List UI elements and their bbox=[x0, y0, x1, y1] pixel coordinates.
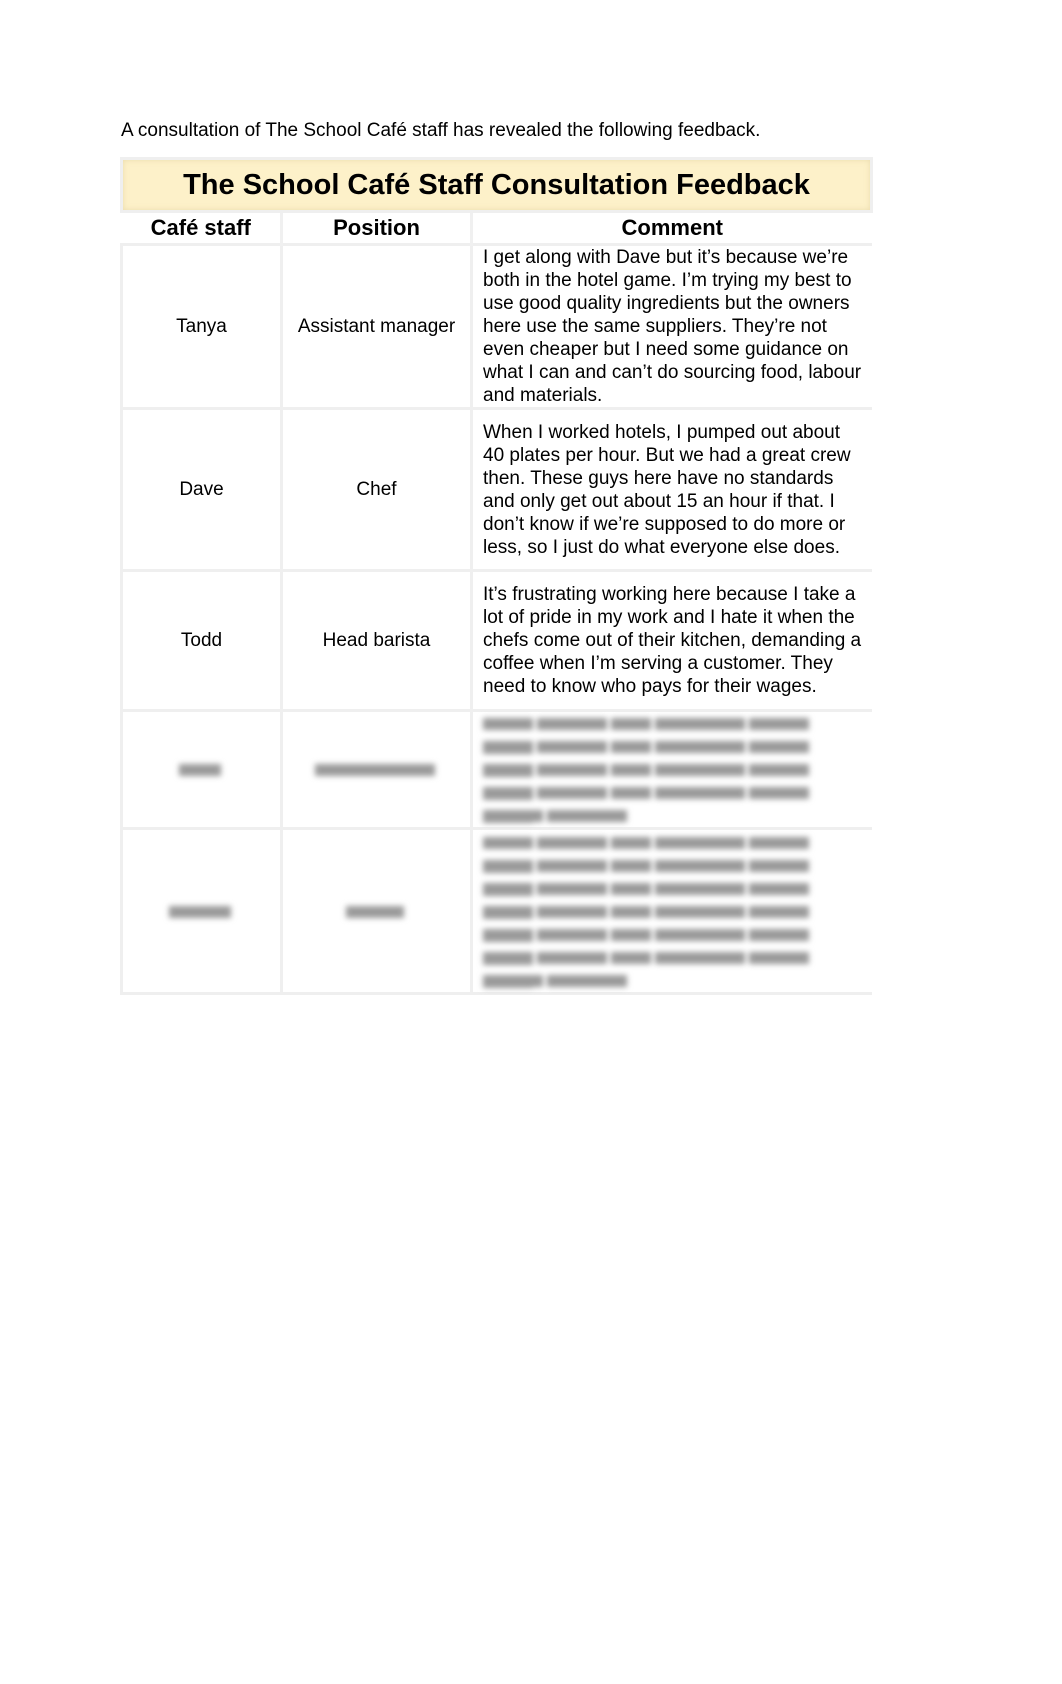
obscured-text-line bbox=[483, 758, 866, 800]
table-title: The School Café Staff Consultation Feedb… bbox=[120, 157, 873, 213]
staff-comment: I get along with Dave but it’s because w… bbox=[470, 243, 872, 410]
staff-position-obscured bbox=[280, 709, 473, 830]
staff-position: Head barista bbox=[280, 569, 473, 712]
obscured-text-line bbox=[483, 969, 866, 992]
staff-position: Chef bbox=[280, 407, 473, 572]
obscured-text-line bbox=[483, 946, 866, 988]
staff-name: Todd bbox=[120, 569, 283, 712]
staff-name-obscured bbox=[120, 827, 283, 995]
obscured-text-line bbox=[483, 712, 866, 754]
obscured-text-line bbox=[483, 781, 866, 823]
obscured-text-line bbox=[483, 854, 866, 896]
staff-comment: When I worked hotels, I pumped out about… bbox=[470, 407, 872, 572]
obscured-text-line bbox=[483, 877, 866, 919]
obscured-text-line bbox=[483, 735, 866, 777]
table-row: Tanya Assistant manager I get along with… bbox=[120, 243, 872, 410]
table-row-obscured bbox=[120, 827, 872, 995]
staff-comment: It’s frustrating working here because I … bbox=[470, 569, 872, 712]
intro-text: A consultation of The School Café staff … bbox=[121, 120, 761, 141]
table-row: Dave Chef When I worked hotels, I pumped… bbox=[120, 407, 872, 572]
staff-comment-obscured bbox=[470, 827, 872, 995]
header-comment: Comment bbox=[621, 215, 723, 240]
feedback-table: The School Café Staff Consultation Feedb… bbox=[120, 157, 873, 995]
staff-position: Assistant manager bbox=[280, 243, 473, 410]
table-row: Todd Head barista It’s frustrating worki… bbox=[120, 569, 872, 712]
staff-name-obscured bbox=[120, 709, 283, 830]
header-position: Position bbox=[281, 211, 473, 245]
header-cafe-staff: Café staff bbox=[121, 211, 283, 245]
obscured-text-line bbox=[483, 900, 866, 942]
staff-position-obscured bbox=[280, 827, 473, 995]
obscured-text-line bbox=[483, 804, 866, 827]
table-row-obscured bbox=[120, 709, 872, 830]
staff-name: Dave bbox=[120, 407, 283, 572]
staff-comment-obscured bbox=[470, 709, 872, 830]
obscured-text-line bbox=[483, 831, 866, 873]
staff-name: Tanya bbox=[120, 243, 283, 410]
obscured-text-line bbox=[483, 923, 866, 965]
